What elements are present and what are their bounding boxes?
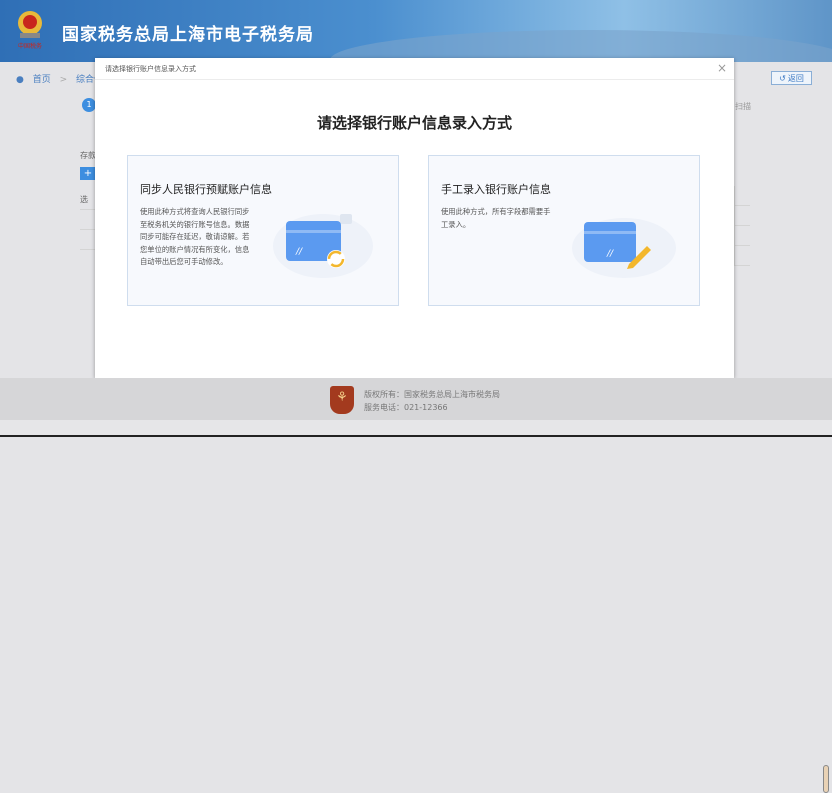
close-icon[interactable]: × (717, 61, 727, 75)
dialog-heading: 请选择银行账户信息录入方式 (316, 114, 512, 132)
svg-text:中国税务: 中国税务 (18, 42, 42, 50)
return-icon: ↺ (779, 73, 786, 83)
back-button[interactable]: ↺ 返回 (771, 71, 812, 85)
option-title: 手工录入银行账户信息 (441, 183, 551, 196)
option-title: 同步人民银行预赋账户信息 (140, 183, 272, 196)
side-text: 扫描 (735, 102, 751, 111)
tax-emblem-logo: 中国税务 (18, 11, 42, 50)
deposit-label: 存款 (80, 151, 96, 160)
bottom-strip (0, 420, 832, 437)
option-description: 使用此种方式将查询人民银行同步至税务机关的银行账号信息。数据同步可能存在延迟，敬… (140, 207, 250, 266)
bank-card-sync-icon: // (273, 214, 373, 278)
svg-text://: // (606, 249, 614, 259)
tax-badge-logo: ⚘ (330, 386, 354, 414)
option-manual-entry[interactable]: 手工录入银行账户信息 使用此种方式，所有字段都需要手工录入。 // (428, 155, 700, 306)
back-label: 返回 (787, 73, 804, 83)
dialog-header: 请选择银行账户信息录入方式 × (95, 58, 734, 80)
background-table-right (734, 186, 750, 266)
option-description: 使用此种方式，所有字段都需要手工录入。 (441, 207, 551, 229)
footer-phone: 服务电话：021-12366 (364, 403, 448, 412)
option-sync-pbc[interactable]: 同步人民银行预赋账户信息 使用此种方式将查询人民银行同步至税务机关的银行账号信息… (127, 155, 399, 306)
step-indicator: 1 (82, 98, 96, 112)
site-title: 国家税务总局上海市电子税务局 (62, 25, 314, 45)
entry-method-dialog: 请选择银行账户信息录入方式 × 请选择银行账户信息录入方式 同步人民银行预赋账户… (95, 58, 734, 378)
scrollbar[interactable] (823, 765, 829, 793)
add-button[interactable]: + (80, 167, 96, 180)
dialog-title: 请选择银行账户信息录入方式 (105, 65, 196, 73)
background-table: 选 (80, 190, 96, 250)
site-footer: ⚘ 版权所有：国家税务总局上海市税务局 服务电话：021-12366 (0, 378, 832, 793)
footer-copyright: 版权所有：国家税务总局上海市税务局 (364, 390, 500, 399)
breadcrumb-home[interactable]: 首页 (33, 75, 51, 85)
breadcrumb-separator: > (59, 75, 68, 85)
table-header: 选 (80, 190, 96, 210)
bank-card-edit-icon: // (572, 218, 676, 278)
location-icon: ● (16, 75, 24, 85)
site-header: 中国税务 国家税务总局上海市电子税务局 (0, 0, 832, 62)
svg-text://: // (295, 247, 303, 257)
